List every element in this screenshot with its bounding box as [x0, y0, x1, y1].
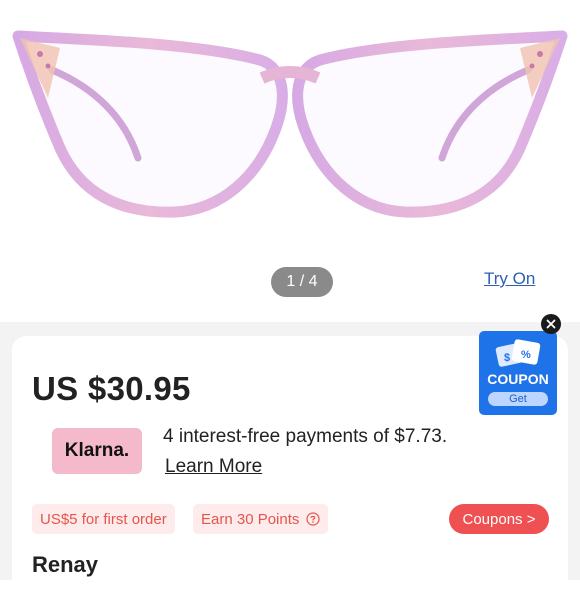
question-circle-icon[interactable] — [306, 512, 321, 526]
close-icon[interactable] — [541, 314, 561, 334]
glasses-image — [12, 30, 568, 218]
earn-points-tag[interactable]: Earn 30 Points — [193, 504, 329, 534]
coupon-label: COUPON — [487, 371, 549, 387]
klarna-installments-text: 4 interest-free payments of $7.73. — [163, 426, 448, 447]
klarna-logo: Klarna. — [52, 428, 142, 474]
image-pager: 1 / 4 — [271, 267, 333, 297]
svg-text:%: % — [521, 349, 531, 361]
svg-text:$: $ — [504, 352, 510, 364]
try-on-link[interactable]: Try On — [484, 269, 535, 289]
product-name: Renay — [32, 552, 99, 577]
klarna-learn-more-link[interactable]: Learn More — [165, 456, 262, 478]
coupon-get-button[interactable]: Get — [488, 392, 548, 406]
earn-points-label: Earn 30 Points — [201, 510, 300, 528]
product-price: US $30.95 — [32, 370, 191, 407]
coupon-widget[interactable]: $ % COUPON Get — [479, 331, 557, 415]
first-order-discount-tag: US$5 for first order — [32, 504, 175, 534]
product-image-gallery[interactable]: 1 / 4 Try On — [0, 0, 580, 322]
coupons-button[interactable]: Coupons > — [449, 504, 549, 534]
first-order-discount-label: US$5 for first order — [40, 510, 167, 528]
coupon-tickets-icon: $ % — [495, 339, 541, 367]
close-x-glyph — [546, 319, 556, 329]
